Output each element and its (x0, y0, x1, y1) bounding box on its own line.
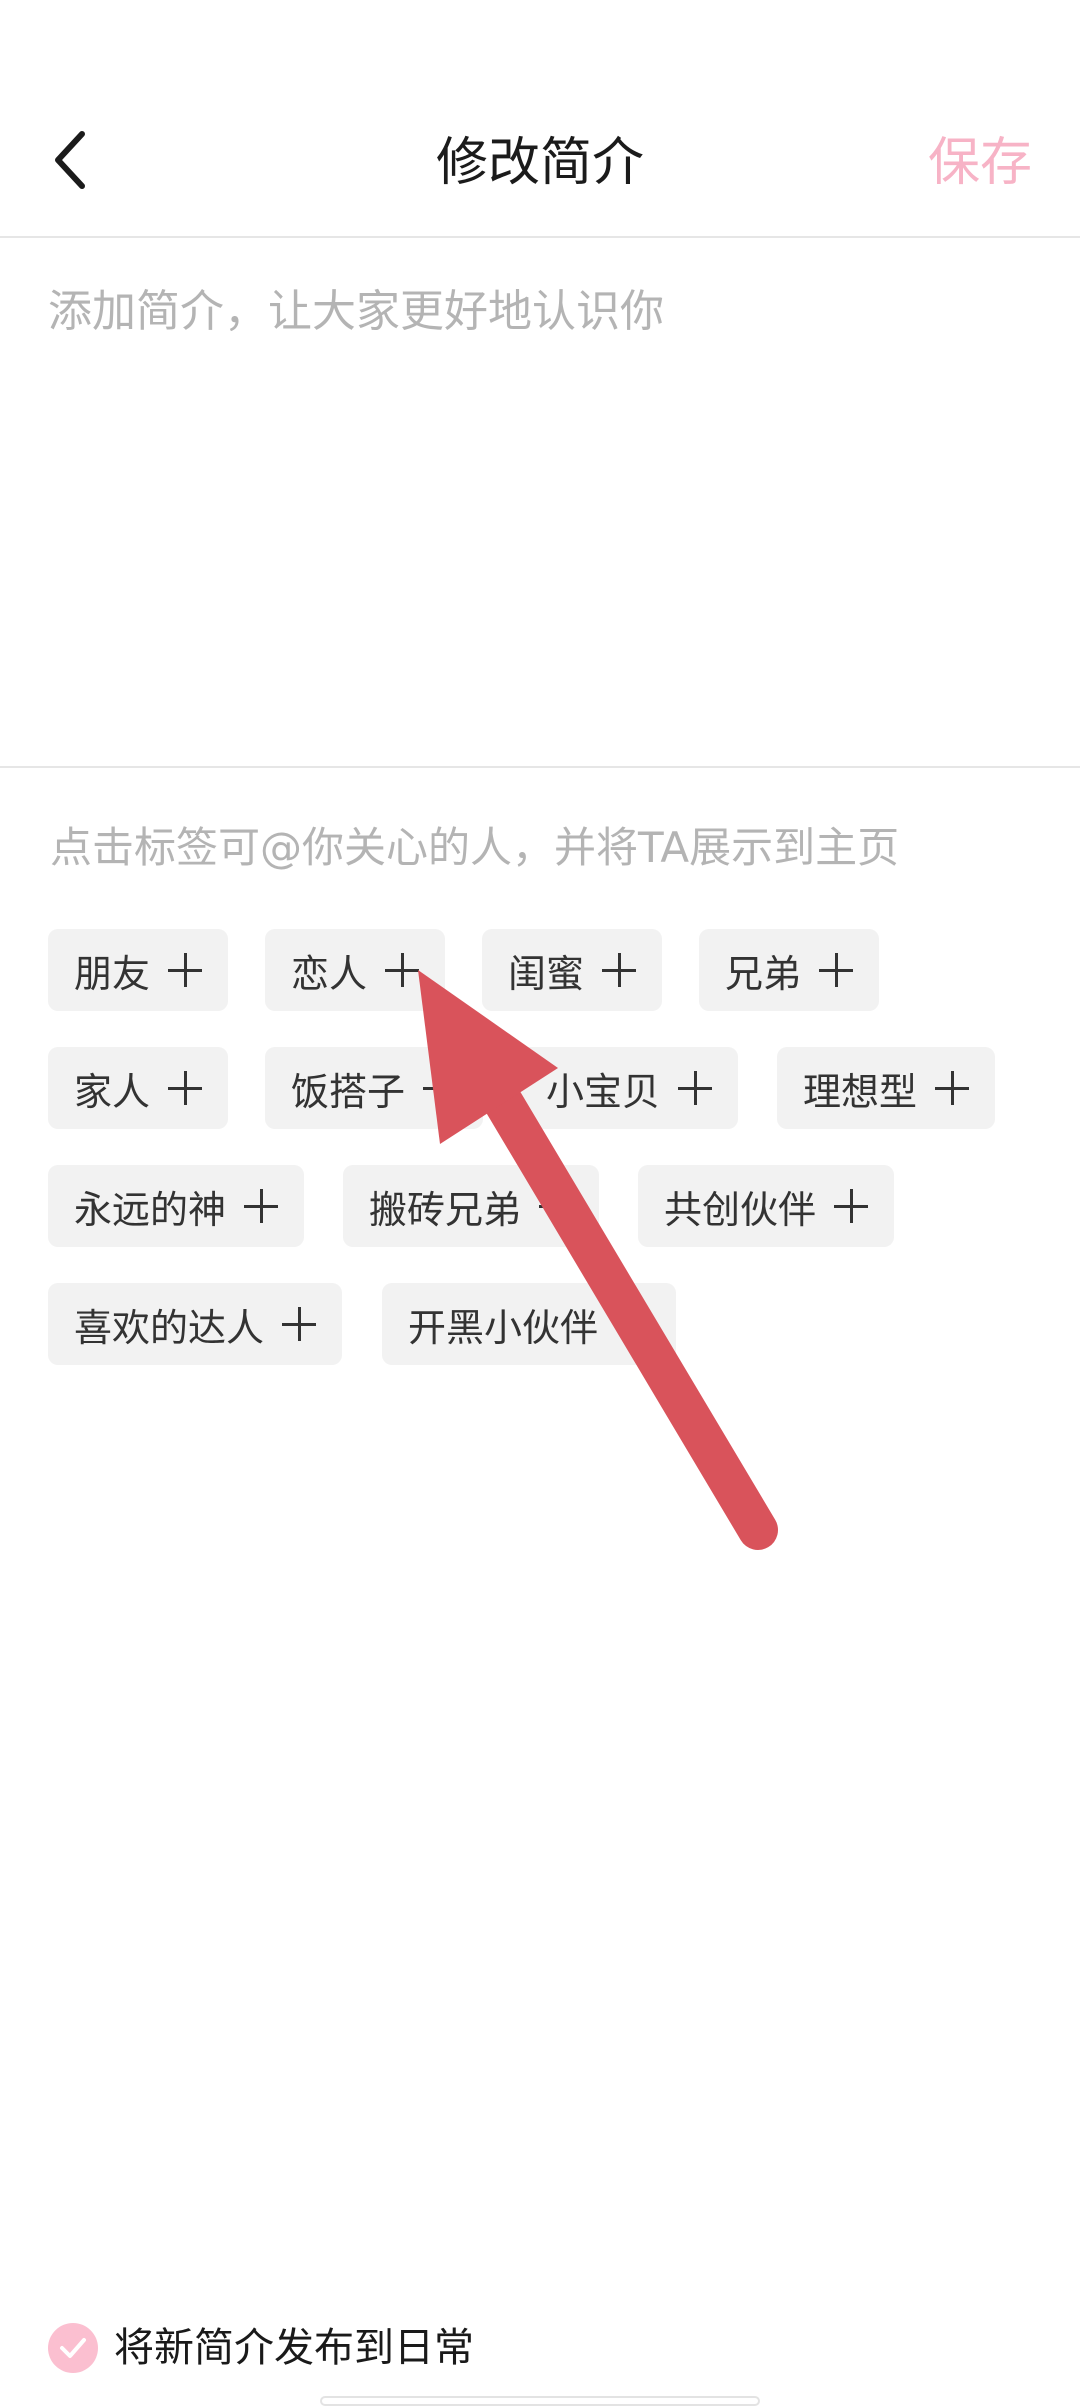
tag-chip[interactable]: 闺蜜 (482, 929, 663, 1011)
tag-chip[interactable]: 兄弟 (699, 929, 880, 1011)
tag-label: 共创伙伴 (664, 1187, 817, 1232)
plus-icon (602, 953, 637, 987)
tag-hint-text: 点击标签可@你关心的人，并将TA展示到主页 (50, 823, 900, 872)
tag-label: 小宝贝 (546, 1069, 661, 1114)
tag-chip[interactable]: 理想型 (777, 1047, 996, 1129)
check-icon (60, 2338, 86, 2358)
tag-label: 理想型 (803, 1069, 918, 1114)
bio-section (0, 238, 1080, 768)
plus-icon (423, 1071, 458, 1105)
tag-chip[interactable]: 朋友 (48, 929, 229, 1011)
tag-chip[interactable]: 恋人 (265, 929, 446, 1011)
publish-label: 将新简介发布到日常 (114, 2325, 474, 2371)
plus-icon (385, 953, 420, 987)
plus-icon (168, 953, 203, 987)
home-indicator (320, 2396, 760, 2406)
plus-icon (616, 1307, 651, 1341)
page-title: 修改简介 (435, 133, 644, 193)
tag-chip[interactable]: 开黑小伙伴 (382, 1283, 677, 1365)
tag-label: 搬砖兄弟 (369, 1187, 522, 1232)
plus-icon (935, 1071, 970, 1105)
plus-icon (834, 1189, 869, 1223)
plus-icon (282, 1307, 317, 1341)
tag-chip[interactable]: 饭搭子 (265, 1047, 484, 1129)
tag-label: 永远的神 (74, 1187, 227, 1232)
publish-to-daily-option[interactable]: 将新简介发布到日常 (48, 2320, 474, 2376)
tag-chip[interactable]: 共创伙伴 (638, 1165, 895, 1247)
tag-chip[interactable]: 家人 (48, 1047, 229, 1129)
tag-chip[interactable]: 永远的神 (48, 1165, 305, 1247)
tag-label: 闺蜜 (508, 951, 585, 996)
tag-label: 家人 (74, 1069, 151, 1114)
publish-checkbox[interactable] (48, 2323, 98, 2373)
tag-label: 饭搭子 (291, 1069, 406, 1114)
plus-icon (539, 1189, 574, 1223)
tag-label: 兄弟 (725, 951, 802, 996)
tag-label: 恋人 (291, 951, 368, 996)
plus-icon (244, 1189, 279, 1223)
top-bar: 修改简介 保存 (0, 0, 1080, 238)
tag-label: 朋友 (74, 951, 151, 996)
plus-icon (819, 953, 854, 987)
plus-icon (678, 1071, 713, 1105)
plus-icon (168, 1071, 203, 1105)
tag-chip[interactable]: 小宝贝 (520, 1047, 739, 1129)
bio-input[interactable] (48, 282, 1032, 722)
tag-chip[interactable]: 喜欢的达人 (48, 1283, 343, 1365)
tag-label: 喜欢的达人 (74, 1305, 265, 1350)
save-button[interactable]: 保存 (928, 128, 1032, 198)
tag-chip[interactable]: 搬砖兄弟 (343, 1165, 600, 1247)
tag-label: 开黑小伙伴 (408, 1305, 599, 1350)
